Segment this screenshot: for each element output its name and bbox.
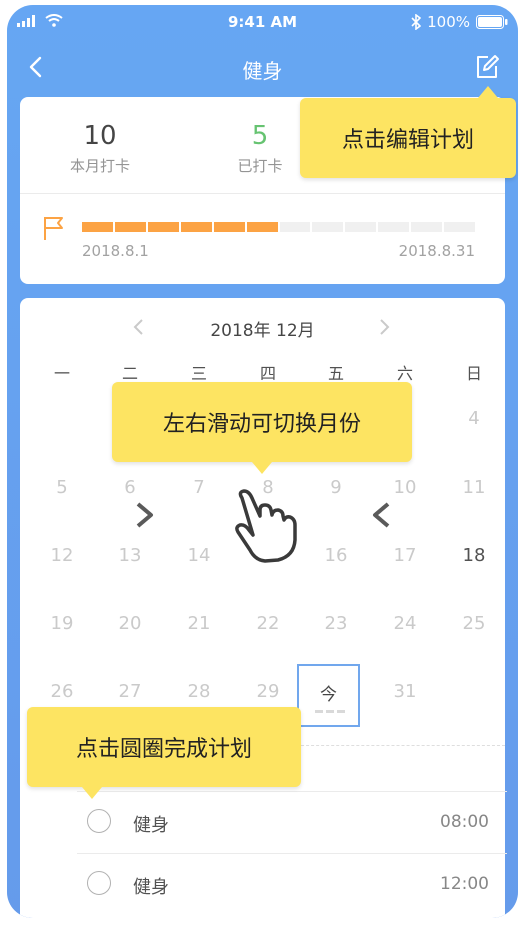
progress-segment bbox=[411, 222, 443, 232]
month-count: 10 bbox=[83, 121, 117, 151]
task-time: 08:00 bbox=[440, 812, 489, 832]
progress-segment bbox=[147, 222, 179, 232]
calendar-day[interactable]: 29 bbox=[248, 681, 288, 702]
weekday-label: 四 bbox=[259, 364, 276, 383]
progress-segment bbox=[82, 222, 113, 232]
progress-segment bbox=[345, 222, 377, 232]
progress-bar bbox=[82, 222, 476, 232]
page-title: 健身 bbox=[242, 59, 283, 83]
weekday-label: 三 bbox=[190, 364, 207, 383]
check-tooltip: 点击圆圈完成计划 bbox=[27, 707, 301, 799]
edit-icon[interactable] bbox=[474, 54, 500, 80]
calendar-day[interactable]: 10 bbox=[385, 477, 425, 498]
calendar-day[interactable]: 6 bbox=[110, 477, 150, 498]
swipe-tooltip: 左右滑动可切换月份 bbox=[112, 382, 412, 474]
end-date: 2018.8.31 bbox=[398, 242, 475, 260]
month-label: 本月打卡 bbox=[69, 157, 130, 175]
task-name: 健身 bbox=[133, 877, 169, 898]
calendar-day[interactable]: 5 bbox=[42, 477, 82, 498]
task-name: 健身 bbox=[133, 815, 169, 836]
start-date: 2018.8.1 bbox=[82, 242, 149, 260]
weekday-label: 六 bbox=[396, 364, 413, 383]
swipe-left-arrow-icon bbox=[373, 502, 430, 528]
calendar-day[interactable]: 9 bbox=[316, 477, 356, 498]
complete-circle[interactable] bbox=[87, 809, 111, 833]
progress-segment bbox=[213, 222, 245, 232]
calendar-day[interactable]: 27 bbox=[110, 681, 150, 702]
calendar-day[interactable]: 11 bbox=[454, 477, 494, 498]
task-item: 健身 12:00 bbox=[77, 853, 507, 915]
complete-circle[interactable] bbox=[87, 871, 111, 895]
calendar-day[interactable]: 26 bbox=[42, 681, 82, 702]
calendar-day[interactable]: 17 bbox=[385, 545, 425, 566]
calendar-day[interactable]: 16 bbox=[316, 545, 356, 566]
today-plan-indicator bbox=[315, 710, 345, 713]
bluetooth-icon bbox=[411, 14, 422, 30]
calendar-day[interactable]: 23 bbox=[316, 613, 356, 634]
weekday-label: 日 bbox=[465, 364, 482, 383]
edit-tooltip-text: 点击编辑计划 bbox=[341, 128, 474, 153]
swipe-tooltip-text: 左右滑动可切换月份 bbox=[162, 412, 361, 437]
flag-icon bbox=[44, 217, 63, 240]
task-item: 健身 08:00 bbox=[77, 791, 507, 853]
calendar-day[interactable]: 13 bbox=[110, 545, 150, 566]
battery-icon bbox=[476, 15, 508, 29]
weekday-label: 五 bbox=[327, 364, 344, 383]
today-cell[interactable]: 今 bbox=[297, 664, 360, 727]
calendar-day[interactable]: 21 bbox=[179, 613, 219, 634]
calendar-day[interactable]: 19 bbox=[42, 613, 82, 634]
done-label: 已打卡 bbox=[237, 157, 283, 175]
weekday-label: 一 bbox=[53, 364, 70, 383]
status-bar: 9:41 AM 100% bbox=[7, 5, 518, 39]
progress-segment bbox=[180, 222, 212, 232]
progress-segment bbox=[312, 222, 344, 232]
calendar-day[interactable]: 4 bbox=[454, 408, 494, 429]
hand-pointer-icon bbox=[235, 489, 297, 563]
check-tooltip-text: 点击圆圈完成计划 bbox=[75, 737, 252, 762]
calendar-day[interactable]: 7 bbox=[179, 477, 219, 498]
calendar-day[interactable]: 31 bbox=[385, 681, 425, 702]
nav-bar: 健身 bbox=[7, 41, 518, 91]
calendar-day[interactable]: 12 bbox=[42, 545, 82, 566]
progress-segment bbox=[279, 222, 311, 232]
calendar-day[interactable]: 14 bbox=[179, 545, 219, 566]
progress-segment bbox=[378, 222, 410, 232]
weekday-label: 二 bbox=[121, 364, 138, 383]
progress-segment bbox=[444, 222, 476, 232]
calendar-day[interactable]: 22 bbox=[248, 613, 288, 634]
calendar-day[interactable]: 20 bbox=[110, 613, 150, 634]
done-count: 5 bbox=[251, 121, 269, 151]
done-stat: 5 已打卡 bbox=[205, 121, 315, 176]
progress-segment bbox=[246, 222, 278, 232]
month-title: 2018年 12月 bbox=[210, 321, 315, 341]
calendar-day[interactable]: 28 bbox=[179, 681, 219, 702]
calendar-day[interactable]: 18 bbox=[454, 545, 494, 566]
calendar-day[interactable]: 24 bbox=[385, 613, 425, 634]
edit-tooltip: 点击编辑计划 bbox=[300, 86, 516, 178]
battery-percent: 100% bbox=[427, 13, 470, 31]
next-month-icon[interactable] bbox=[375, 318, 393, 336]
swipe-right-arrow-icon bbox=[96, 502, 153, 528]
progress-segment bbox=[114, 222, 146, 232]
task-time: 12:00 bbox=[440, 874, 489, 894]
today-label: 今 bbox=[320, 685, 337, 705]
divider bbox=[20, 193, 505, 194]
calendar-day[interactable]: 25 bbox=[454, 613, 494, 634]
month-stat: 10 本月打卡 bbox=[45, 121, 155, 176]
